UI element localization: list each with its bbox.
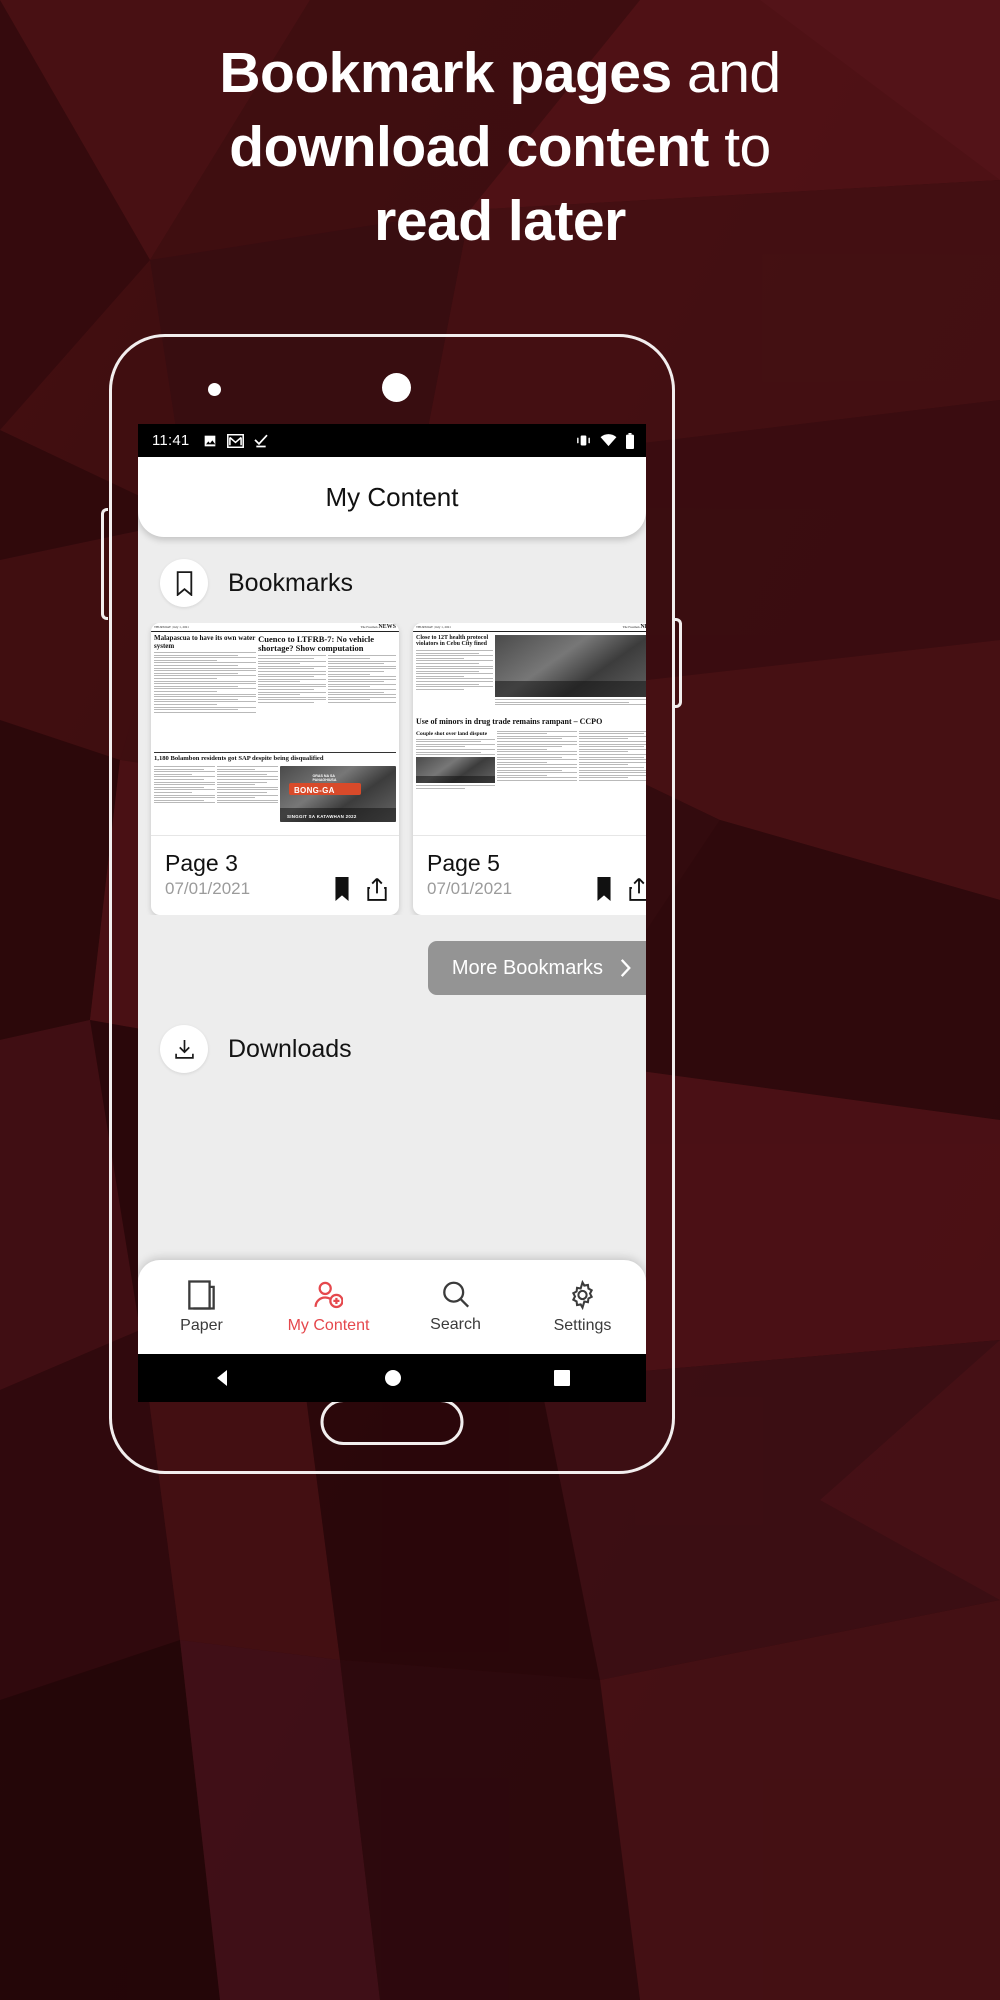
home-circle-icon[interactable] <box>383 1368 403 1388</box>
power-button[interactable] <box>675 618 682 708</box>
image-icon <box>205 435 216 446</box>
headline-line-1: Bookmark pages and <box>70 36 930 110</box>
thumb-photo-banner-text: BONG-GA <box>293 786 335 796</box>
headline-line-1-normal: and <box>671 41 781 105</box>
vibrate-icon <box>577 435 590 446</box>
my-content-person-icon <box>314 1281 343 1308</box>
share-icon[interactable] <box>629 877 646 901</box>
nav-label-paper: Paper <box>180 1316 223 1334</box>
card-footer: 07/01/2021 <box>413 877 646 915</box>
thumb-masthead-brand: The Freeman <box>360 624 378 629</box>
card-actions <box>595 877 646 901</box>
page-title: My Content <box>325 481 459 512</box>
newspaper-page-preview: THURSDAY | July 1, 2021 The Freeman NEWS… <box>151 623 399 835</box>
nav-item-paper[interactable]: Paper <box>138 1279 265 1335</box>
volume-button[interactable] <box>101 508 108 620</box>
card-page-label: Page 3 <box>165 850 238 876</box>
section-title-bookmarks: Bookmarks <box>228 568 354 597</box>
status-bar-system-icons <box>575 432 635 449</box>
back-triangle-icon[interactable] <box>213 1368 233 1388</box>
page-thumbnail[interactable]: THURSDAY | July 1, 2021 The Freeman NEWS… <box>413 623 646 836</box>
thumb-headline: 1,180 Bolambon residents got SAP despite… <box>154 755 324 762</box>
card-body: Page 3 <box>151 836 399 877</box>
card-date: 07/01/2021 <box>165 879 251 898</box>
search-icon <box>442 1281 469 1308</box>
headline-line-2: download content to <box>70 110 930 184</box>
thumb-headline: Couple shot over land dispute <box>416 730 488 737</box>
nav-item-search[interactable]: Search <box>392 1280 519 1334</box>
bookmark-filled-icon[interactable] <box>333 877 351 901</box>
page-thumbnail[interactable]: THURSDAY | July 1, 2021 The Freeman NEWS… <box>151 623 399 836</box>
more-bookmarks-label: More Bookmarks <box>451 956 603 979</box>
nav-item-settings[interactable]: Settings <box>519 1279 646 1335</box>
thumb-headline: Cuenco to LTFRB-7: No vehicle shortage? … <box>258 634 374 654</box>
gear-icon <box>571 1279 594 1310</box>
card-actions <box>333 877 387 901</box>
newspaper-page-preview: THURSDAY | July 1, 2021 The Freeman NEWS… <box>413 623 646 835</box>
thumb-masthead-section: NEWS <box>640 623 646 630</box>
nav-label-settings: Settings <box>553 1316 612 1334</box>
chevron-right-icon <box>620 959 631 977</box>
thumb-headline: Malapascua to have its own water system <box>154 634 256 650</box>
thumb-photo: ORAS NA SA PANAGHIUSA BONG-GA SINGGIT SA… <box>280 766 397 823</box>
section-title-downloads: Downloads <box>228 1034 352 1063</box>
section-header-bookmarks: Bookmarks <box>138 537 646 623</box>
paper-icon <box>188 1279 215 1310</box>
promo-headline: Bookmark pages and download content to r… <box>0 36 1000 258</box>
bottom-navigation-bar: Paper My Content Search Settings <box>138 1260 646 1354</box>
task-check-icon <box>254 434 269 448</box>
headline-line-2-bold: download content <box>229 115 709 179</box>
battery-icon <box>626 432 634 449</box>
status-bar-clock: 11:41 <box>152 432 190 449</box>
bookmark-card[interactable]: THURSDAY | July 1, 2021 The Freeman NEWS… <box>413 623 646 915</box>
thumb-masthead-date: THURSDAY | July 1, 2021 <box>154 624 189 629</box>
bookmark-outline-icon <box>160 559 208 607</box>
thumb-headline: Close to 12T health protocol violators i… <box>416 635 489 648</box>
headline-line-2-normal: to <box>708 115 771 179</box>
bookmark-filled-icon[interactable] <box>595 877 613 901</box>
wifi-icon <box>600 434 617 447</box>
section-header-downloads: Downloads <box>138 995 646 1089</box>
headline-line-1-bold: Bookmark pages <box>219 41 672 105</box>
phone-screen: 11:41 My Content Bookmarks THURSDAY | Ju… <box>138 424 646 1402</box>
thumb-headline: Use of minors in drug trade remains ramp… <box>416 717 603 726</box>
status-bar: 11:41 <box>138 424 646 457</box>
share-icon[interactable] <box>367 877 387 901</box>
card-page-label: Page 5 <box>427 850 500 876</box>
gmail-icon <box>227 433 245 448</box>
bookmark-card[interactable]: THURSDAY | July 1, 2021 The Freeman NEWS… <box>151 623 399 915</box>
nav-label-search: Search <box>430 1316 481 1333</box>
card-body: Page 5 <box>413 836 646 877</box>
more-bookmarks-button[interactable]: More Bookmarks <box>427 941 646 995</box>
card-date: 07/01/2021 <box>427 879 513 898</box>
headline-line-3: read later <box>70 184 930 258</box>
nav-label-my-content: My Content <box>287 1316 370 1334</box>
nav-item-my-content[interactable]: My Content <box>265 1280 392 1335</box>
android-navigation-bar <box>138 1354 646 1402</box>
recents-square-icon[interactable] <box>553 1369 571 1387</box>
app-bar: My Content <box>138 457 646 537</box>
thumb-masthead-date: THURSDAY | July 1, 2021 <box>416 624 451 629</box>
headline-line-3-bold: read later <box>374 189 626 253</box>
bookmarks-card-row[interactable]: THURSDAY | July 1, 2021 The Freeman NEWS… <box>138 623 646 915</box>
thumb-photo <box>495 635 646 697</box>
card-footer: 07/01/2021 <box>151 877 399 915</box>
more-bookmarks-row: More Bookmarks <box>138 915 646 995</box>
download-icon <box>160 1025 208 1073</box>
status-bar-notification-icons <box>202 433 269 449</box>
thumb-photo-strap: SINGGIT SA KATAWHAN 2022 <box>287 813 357 819</box>
thumb-masthead-brand: The Freeman <box>622 624 640 629</box>
thumb-masthead-section: NEWS <box>378 623 396 630</box>
thumb-photo-caption: ORAS NA SA PANAGHIUSA <box>312 774 337 783</box>
